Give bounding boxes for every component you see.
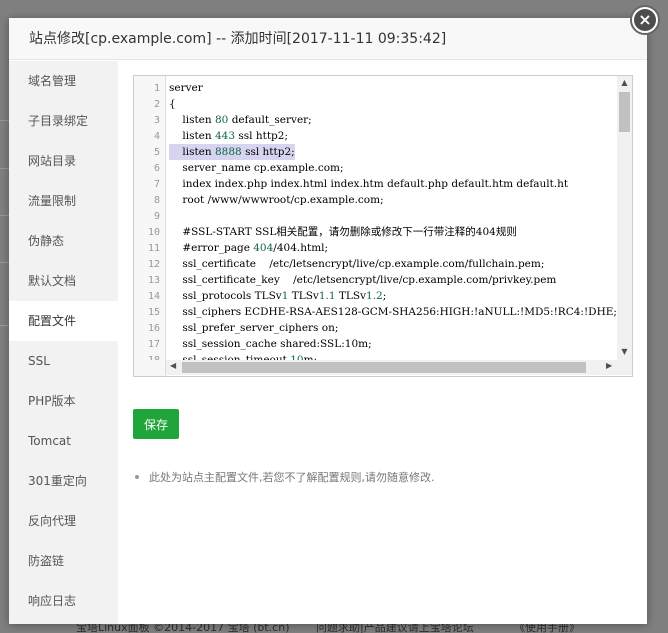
line-number: 14	[147, 291, 160, 302]
code-text: #SSL-START SSL相关配置，请勿删除或修改下一行带注释的404规则	[169, 226, 517, 238]
code-text: server_name cp.example.com;	[169, 162, 344, 174]
code-text: listen 443 ssl http2;	[169, 130, 288, 142]
code-line: 18 ssl_session_timeout 10m;	[134, 352, 616, 360]
code-text-area[interactable]: 1 server 2{3 listen 80 default_server; 4 li…	[134, 80, 616, 360]
dialog-title: 站点修改[cp.example.com] -- 添加时间[2017-11-11 …	[9, 18, 647, 60]
code-text: listen 80 default_server;	[169, 114, 312, 126]
line-number: 10	[147, 227, 160, 238]
line-number: 2	[153, 99, 160, 110]
sidebar-item-ssl[interactable]: SSL	[9, 341, 118, 381]
code-line: 16 ssl_prefer_server_ciphers on;	[134, 320, 616, 336]
code-text: ssl_certificate /etc/letsencrypt/live/cp…	[169, 258, 545, 270]
code-text: #error_page 404/404.html;	[169, 242, 329, 254]
code-line: 14 ssl_protocols TLSv1 TLSv1.1 TLSv1.2;	[134, 288, 616, 304]
code-text: ssl_session_cache shared:SSL:10m;	[169, 338, 372, 350]
sidebar-item-default-document[interactable]: 默认文档	[9, 261, 118, 301]
code-line: 7 index index.php index.html index.htm d…	[134, 176, 616, 192]
code-text: ssl_ciphers ECDHE-RSA-AES128-GCM-SHA256:…	[169, 306, 616, 318]
sidebar-item-reverse-proxy[interactable]: 反向代理	[9, 501, 118, 541]
line-number: 5	[153, 147, 160, 158]
code-line: 10 #SSL-START SSL相关配置，请勿删除或修改下一行带注释的404规…	[134, 224, 616, 240]
code-line: 15 ssl_ciphers ECDHE-RSA-AES128-GCM-SHA2…	[134, 304, 616, 320]
code-text: ssl_certificate_key /etc/letsencrypt/liv…	[169, 274, 557, 286]
scroll-down-arrow-icon[interactable]: ▼	[617, 347, 632, 356]
site-edit-dialog: 站点修改[cp.example.com] -- 添加时间[2017-11-11 …	[9, 5, 660, 624]
bullet-dot-icon	[135, 475, 139, 479]
code-text: root /www/wwwroot/cp.example.com;	[169, 194, 384, 206]
code-line: 5 listen 8888 ssl http2;	[134, 144, 616, 160]
line-number: 1	[153, 83, 160, 94]
line-number: 13	[147, 275, 160, 286]
line-number: 11	[147, 243, 160, 254]
sidebar-item-php-version[interactable]: PHP版本	[9, 381, 118, 421]
line-number: 3	[153, 115, 160, 126]
config-content: 1 server 2{3 listen 80 default_server; 4 li…	[133, 75, 633, 484]
vertical-scrollbar[interactable]: ▲ ▼	[617, 76, 632, 360]
line-number: 6	[153, 163, 160, 174]
line-number: 15	[147, 307, 160, 318]
code-line: 17 ssl_session_cache shared:SSL:10m;	[134, 336, 616, 352]
code-line: 13 ssl_certificate_key /etc/letsencrypt/…	[134, 272, 616, 288]
line-number: 9	[153, 211, 160, 222]
code-line: 3 listen 80 default_server;	[134, 112, 616, 128]
line-number: 12	[147, 259, 160, 270]
sidebar-item-site-directory[interactable]: 网站目录	[9, 141, 118, 181]
scrollbar-corner	[617, 360, 632, 375]
code-text: server	[169, 82, 203, 94]
code-line: 1 server	[134, 80, 616, 96]
config-tip-text: 此处为站点主配置文件,若您不了解配置规则,请勿随意修改.	[149, 471, 435, 484]
sidebar-item-subdirectory-binding[interactable]: 子目录绑定	[9, 101, 118, 141]
sidebar-item-response-log[interactable]: 响应日志	[9, 581, 118, 621]
code-text: {	[169, 98, 176, 110]
config-tip: 此处为站点主配置文件,若您不了解配置规则,请勿随意修改.	[133, 469, 633, 485]
sidebar-item-rewrite[interactable]: 伪静态	[9, 221, 118, 261]
line-number: 17	[147, 339, 160, 350]
line-number: 4	[153, 131, 160, 142]
code-text: ssl_protocols TLSv1 TLSv1.1 TLSv1.2;	[169, 290, 387, 302]
settings-sidebar: 域名管理 子目录绑定 网站目录 流量限制 伪静态 默认文档 配置文件 SSL P…	[9, 61, 118, 624]
code-line: 4 listen 443 ssl http2;	[134, 128, 616, 144]
line-number: 16	[147, 323, 160, 334]
sidebar-item-config-file[interactable]: 配置文件	[9, 301, 118, 341]
code-line: 6 server_name cp.example.com;	[134, 160, 616, 176]
scroll-right-arrow-icon[interactable]: ▶	[606, 361, 612, 370]
code-text: ssl_session_timeout 10m;	[169, 354, 318, 360]
code-text: index index.php index.html index.htm def…	[169, 178, 569, 190]
code-text: listen 8888 ssl http2;	[169, 144, 295, 160]
horizontal-scrollbar[interactable]: ◀ ▶	[166, 360, 617, 375]
save-button[interactable]: 保存	[133, 409, 179, 439]
code-line: 9	[134, 208, 616, 224]
sidebar-item-domain[interactable]: 域名管理	[9, 61, 118, 101]
sidebar-item-hotlink-protection[interactable]: 防盗链	[9, 541, 118, 581]
line-number: 18	[134, 353, 168, 360]
code-line: 11 #error_page 404/404.html;	[134, 240, 616, 256]
code-line: 2{	[134, 96, 616, 112]
code-text: ssl_prefer_server_ciphers on;	[169, 322, 339, 334]
scroll-left-arrow-icon[interactable]: ◀	[170, 361, 176, 370]
sidebar-item-301-redirect[interactable]: 301重定向	[9, 461, 118, 501]
line-number: 7	[153, 179, 160, 190]
horizontal-scroll-thumb[interactable]	[182, 362, 586, 373]
code-line: 8 root /www/wwwroot/cp.example.com;	[134, 192, 616, 208]
vertical-scroll-thumb[interactable]	[619, 92, 630, 132]
scroll-up-arrow-icon[interactable]: ▲	[617, 78, 632, 87]
code-line: 12 ssl_certificate /etc/letsencrypt/live…	[134, 256, 616, 272]
config-code-editor[interactable]: 1 server 2{3 listen 80 default_server; 4 li…	[133, 75, 633, 377]
sidebar-item-tomcat[interactable]: Tomcat	[9, 421, 118, 461]
line-number: 8	[153, 195, 160, 206]
sidebar-item-traffic-limit[interactable]: 流量限制	[9, 181, 118, 221]
